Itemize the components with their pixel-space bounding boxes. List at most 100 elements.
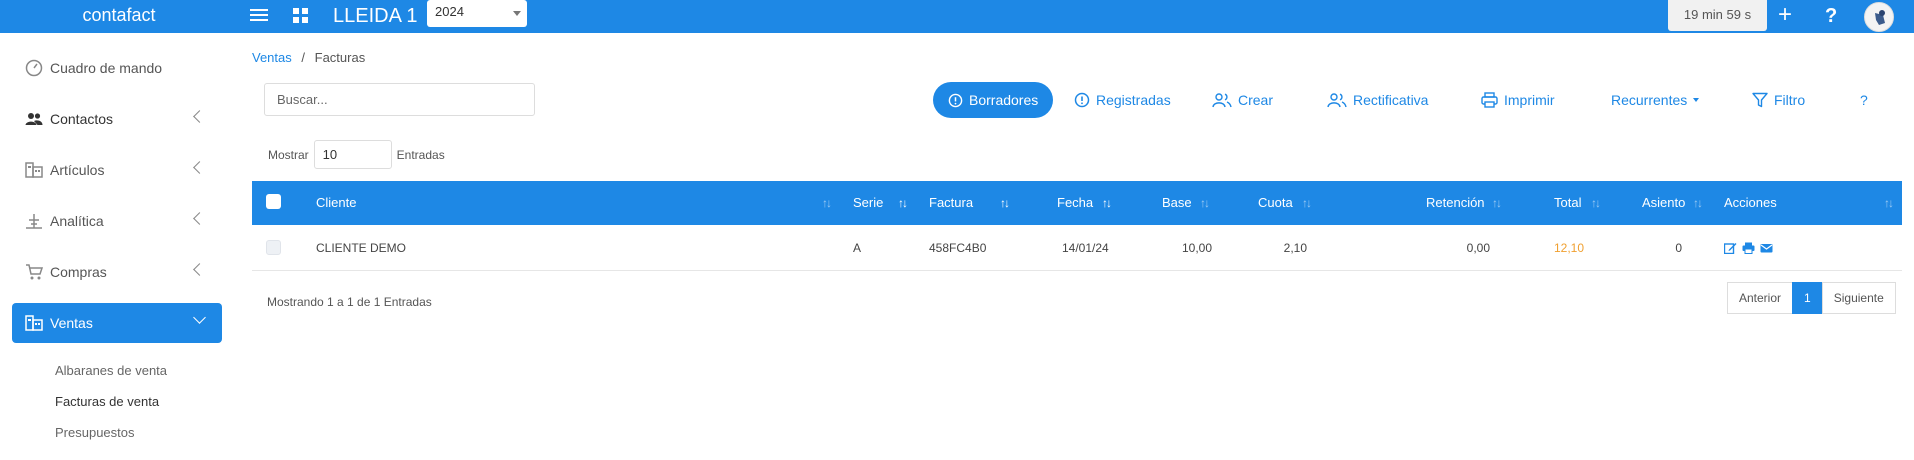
registradas-button[interactable]: Registradas (1074, 82, 1171, 118)
sidebar-subitem-facturas[interactable]: Facturas de venta (55, 394, 159, 409)
breadcrumb-parent[interactable]: Ventas (252, 50, 292, 65)
chevron-left-icon (193, 161, 206, 174)
crear-button[interactable]: Crear (1212, 82, 1273, 118)
print-icon[interactable] (1742, 242, 1755, 254)
users-icon (25, 113, 43, 125)
sidebar-item-label: Cuadro de mando (50, 60, 163, 76)
column-header-retencion[interactable]: Retención (1426, 195, 1485, 210)
recurrentes-label: Recurrentes (1611, 92, 1688, 108)
sort-icon[interactable]: ↑↓ (1200, 196, 1210, 210)
cell-asiento: 0 (1675, 241, 1682, 255)
pagination: Anterior 1 Siguiente (1727, 282, 1896, 314)
entries-label: Entradas (396, 147, 445, 162)
sidebar-item-ventas[interactable]: Ventas (12, 303, 222, 343)
crear-label: Crear (1238, 92, 1274, 108)
cell-cuota: 2,10 (1283, 241, 1307, 255)
breadcrumb-current: Facturas (314, 50, 366, 65)
year-select[interactable]: 2024 (427, 0, 527, 27)
cell-cliente: CLIENTE DEMO (316, 241, 407, 255)
sidebar-subitem-presupuestos[interactable]: Presupuestos (55, 425, 135, 440)
sidebar-item-label: Artículos (50, 162, 105, 178)
column-header-acciones: Acciones (1724, 195, 1777, 210)
row-checkbox[interactable] (266, 240, 281, 255)
column-header-factura[interactable]: Factura (929, 195, 973, 210)
sort-icon[interactable]: ↑↓ (1884, 196, 1894, 210)
sort-desc-icon[interactable]: ↑↓ (1102, 196, 1112, 210)
apps-grid-icon[interactable] (293, 8, 308, 23)
filter-icon (1752, 92, 1768, 108)
email-icon[interactable] (1760, 242, 1773, 254)
chevron-down-icon (193, 311, 206, 324)
entries-input[interactable]: 10 (313, 140, 392, 169)
pagination-previous[interactable]: Anterior (1727, 282, 1794, 314)
invoices-table: Cliente ↑↓ Serie ↑↓ Factura ↑↓ Fecha ↑↓ … (252, 181, 1902, 271)
add-icon[interactable]: + (1778, 2, 1792, 28)
recurrentes-dropdown[interactable]: Recurrentes (1611, 82, 1700, 118)
imprimir-button[interactable]: Imprimir (1481, 82, 1555, 118)
column-header-total[interactable]: Total (1554, 195, 1581, 210)
chevron-left-icon (193, 110, 206, 123)
sidebar-item-label: Contactos (50, 111, 114, 127)
sidebar: Cuadro de mando Contactos Artículos Anal… (0, 33, 237, 460)
column-header-cuota[interactable]: Cuota (1258, 195, 1293, 210)
cell-base: 10,00 (1181, 241, 1212, 255)
sidebar-subitem-albaranes[interactable]: Albaranes de venta (55, 363, 167, 378)
table-info: Mostrando 1 a 1 de 1 Entradas (267, 295, 432, 309)
filtro-button[interactable]: Filtro (1752, 82, 1805, 118)
brand-logo[interactable]: contafact (0, 0, 238, 33)
column-header-fecha[interactable]: Fecha (1057, 195, 1093, 210)
rectificativa-label: Rectificativa (1353, 92, 1429, 108)
column-header-serie[interactable]: Serie (853, 195, 883, 210)
rectificativa-button[interactable]: Rectificativa (1327, 82, 1428, 118)
filtro-label: Filtro (1774, 92, 1806, 108)
cell-serie: A (853, 241, 862, 255)
sort-icon[interactable]: ↑↓ (1000, 196, 1010, 210)
borradores-button[interactable]: Borradores (933, 82, 1054, 118)
table-header: Cliente ↑↓ Serie ↑↓ Factura ↑↓ Fecha ↑↓ … (252, 181, 1902, 225)
column-header-cliente[interactable]: Cliente (316, 195, 356, 210)
alert-circle-icon (948, 93, 963, 107)
sidebar-item-dashboard[interactable]: Cuadro de mando (12, 48, 222, 88)
pagination-next[interactable]: Siguiente (1821, 282, 1896, 314)
sidebar-item-contactos[interactable]: Contactos (12, 99, 222, 139)
table-row[interactable]: CLIENTE DEMO A 458FC4B0 14/01/24 10,00 2… (252, 225, 1902, 271)
chevron-left-icon (193, 263, 206, 276)
sidebar-item-compras[interactable]: Compras (12, 252, 222, 292)
sort-icon[interactable]: ↑↓ (1492, 196, 1502, 210)
cell-retencion: 0,00 (1466, 241, 1490, 255)
menu-icon[interactable] (248, 6, 270, 26)
sidebar-item-analitica[interactable]: Analítica (12, 201, 222, 241)
printer-icon (1481, 92, 1498, 108)
chevron-left-icon (193, 212, 206, 225)
row-actions (1724, 242, 1773, 254)
imprimir-label: Imprimir (1504, 92, 1555, 108)
articles-icon (25, 162, 43, 178)
breadcrumb: Ventas / Facturas (252, 50, 365, 65)
search-input[interactable] (264, 83, 535, 116)
top-bar: contafact LLEIDA 1 2024 19 min 59 s + ? (0, 0, 1914, 33)
cell-total: 12,10 (1553, 241, 1584, 255)
column-header-base[interactable]: Base (1162, 195, 1192, 210)
registradas-label: Registradas (1096, 92, 1171, 108)
sort-icon[interactable]: ↑↓ (1591, 196, 1601, 210)
sidebar-item-label: Compras (50, 264, 107, 280)
column-header-asiento[interactable]: Asiento (1642, 195, 1685, 210)
sort-icon[interactable]: ↑↓ (1302, 196, 1312, 210)
edit-icon[interactable] (1724, 242, 1737, 254)
help-icon[interactable]: ? (1825, 4, 1837, 28)
sort-icon[interactable]: ↑↓ (1693, 196, 1703, 210)
cell-fecha: 14/01/24 (1062, 241, 1109, 255)
pagination-page-current[interactable]: 1 (1792, 282, 1823, 314)
select-all-checkbox[interactable] (266, 194, 281, 209)
avatar[interactable] (1864, 2, 1894, 32)
sort-asc-icon[interactable]: ↑↓ (898, 196, 908, 210)
sidebar-item-label: Ventas (50, 315, 93, 331)
breadcrumb-separator: / (301, 50, 306, 65)
sort-icon[interactable]: ↑↓ (822, 196, 832, 210)
cell-factura: 458FC4B0 (929, 241, 987, 255)
cart-icon (26, 264, 43, 280)
sidebar-item-articulos[interactable]: Artículos (12, 150, 222, 190)
borradores-label: Borradores (969, 92, 1039, 108)
entries-selector: Mostrar 10 Entradas (268, 140, 445, 169)
help-button[interactable]: ? (1860, 82, 1868, 118)
